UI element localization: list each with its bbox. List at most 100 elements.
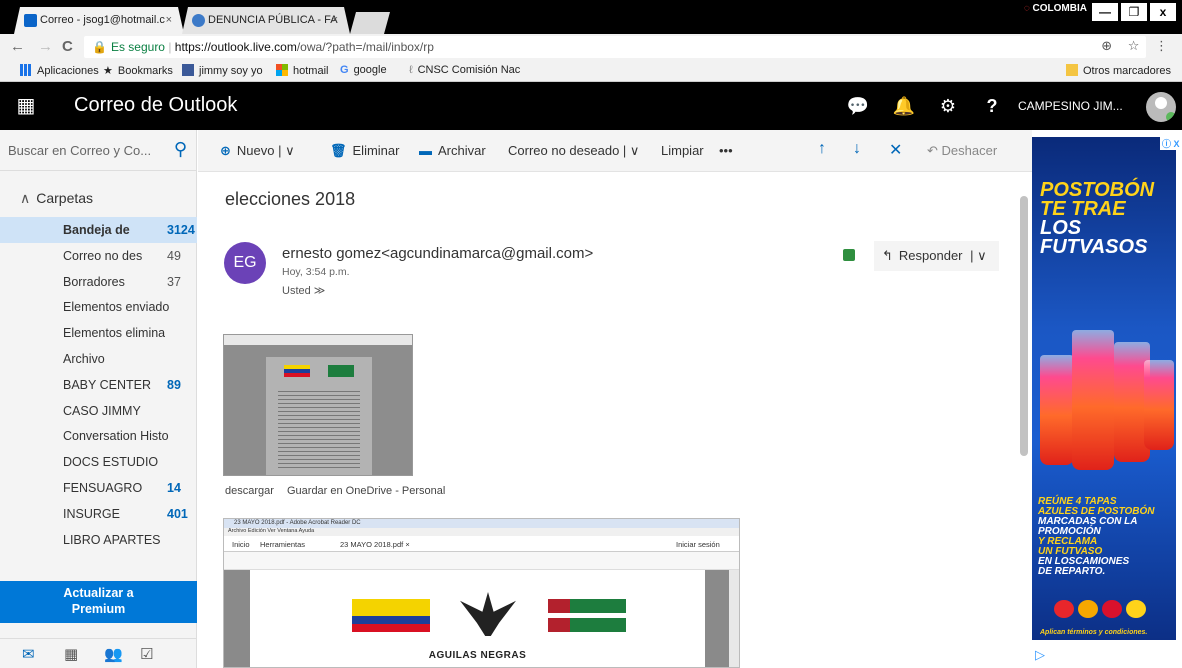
ad-play-icon[interactable]: ▷ [1035,647,1045,663]
arrow-down-icon[interactable]: ↓ [853,140,861,158]
adchoices-icon[interactable]: ⓘ X [1160,137,1182,150]
folders-header[interactable]: ∧ Carpetas [20,190,93,207]
bookmark-other[interactable]: Otros marcadores [1066,64,1171,77]
search-input[interactable]: Buscar en Correo y Co... [8,143,163,158]
user-name[interactable]: CAMPESINO JIM... [1018,99,1123,113]
new-label: Nuevo | ∨ [236,143,295,158]
undo-button[interactable]: ↶ Deshacer [927,143,997,159]
more-actions-button[interactable]: ••• [719,143,733,158]
reading-pane: elecciones 2018 EG ernesto gomez<agcundi… [198,172,1032,668]
module-switcher: ✉ ▦ 👥 ☑ [0,638,197,668]
bookmark-hotmail[interactable]: hotmail [276,64,328,77]
close-icon[interactable]: ✕ [889,140,902,160]
new-button[interactable]: ⊕ Nuevo | ∨ [220,143,295,159]
tasks-icon[interactable]: ☑ [140,645,153,663]
attachment-thumbnail[interactable] [223,334,413,476]
reading-scrollbar[interactable] [1020,176,1028,664]
ad-promo-text: REÚNE 4 TAPAS AZULES DE POSTOBÓN MARCADA… [1038,497,1174,577]
folder-item[interactable]: Archivo [0,346,197,372]
folder-count-badge: 3124 [167,223,195,237]
tab-outlook[interactable]: Correo - jsog1@hotmail.c × [14,7,184,34]
sweep-button[interactable]: Limpiar [661,143,704,158]
new-tab-button[interactable] [350,12,390,34]
bookmark-apps[interactable]: Aplicaciones [20,64,99,77]
folder-item[interactable]: FENSUAGRO 14 [0,475,197,501]
back-arrow-icon[interactable]: ← [10,38,25,55]
reply-arrow-icon: ↰ [882,248,893,263]
folder-name: Elementos elimina [63,326,166,341]
tab-close-icon[interactable]: × [332,7,338,34]
archive-icon: ▬ [419,143,432,158]
search-box[interactable]: Buscar en Correo y Co... ⚲ [0,130,197,171]
people-icon[interactable]: 👥 [104,645,123,663]
folder-item[interactable]: Bandeja de 3124 [0,217,197,243]
scrollbar-thumb[interactable] [1020,196,1028,456]
pdf-tabs: Inicio Herramientas 23 MAYO 2018.pdf × I… [224,536,739,552]
avatar[interactable] [1146,92,1176,122]
bookmark-google[interactable]: Ggoogle [340,64,387,76]
bookmark-cnsc[interactable]: ℓ CNSC Comisión Nac [409,64,520,76]
folder-item[interactable]: BABY CENTER 89 [0,372,197,398]
secure-label: Es seguro [110,40,165,54]
sender-name[interactable]: ernesto gomez<agcundinamarca@gmail.com> [282,245,593,262]
folder-item[interactable]: Conversation Histo [0,423,197,449]
bell-icon[interactable]: 🔔 [882,82,926,130]
pdf-tab-tools: Herramientas [260,540,306,549]
tab-denuncia[interactable]: DENUNCIA PÚBLICA - FA × [182,7,350,34]
plus-circle-icon: ⊕ [220,143,231,158]
region-indicator: ◌ COLOMBIA [1023,3,1087,14]
minimize-button[interactable]: — [1092,3,1118,21]
folder-name: INSURGE [63,506,120,521]
folder-item[interactable]: DOCS ESTUDIO [0,449,197,475]
sender-avatar[interactable]: EG [224,242,266,284]
url-input[interactable]: 🔒 Es seguro | https://outlook.live.com/ow… [84,36,1146,58]
forward-arrow-icon[interactable]: → [38,38,53,55]
gear-icon[interactable]: ⚙ [926,82,970,130]
mail-icon[interactable]: ✉ [22,645,35,663]
archive-button[interactable]: ▬ Archivar [419,143,486,158]
reload-icon[interactable]: C [62,38,73,55]
zoom-star-menu-icons[interactable]: ⊕ ☆ ⋮ [1101,38,1174,54]
close-window-button[interactable]: x [1150,3,1176,21]
outlook-header: ▦ Correo de Outlook 💬 🔔 ⚙ ? CAMPESINO JI… [0,82,1182,130]
tab-close-icon[interactable]: × [166,7,172,34]
calendar-icon[interactable]: ▦ [64,645,78,663]
search-icon[interactable]: ⚲ [174,139,187,160]
folder-item[interactable]: Elementos enviado [0,294,197,320]
arrow-up-icon[interactable]: ↑ [818,140,826,158]
folder-item[interactable]: Borradores 37 [0,269,197,295]
upgrade-line1: Actualizar a [63,586,134,600]
bookmark-bookmarks[interactable]: ★ Bookmarks [103,64,173,77]
embedded-pdf-image[interactable]: 23 MAYO 2018.pdf - Adobe Acrobat Reader … [223,518,740,668]
folder-item[interactable]: CASO JIMMY [0,398,197,424]
pdf-toolbar [224,552,739,570]
save-onedrive-link[interactable]: Guardar en OneDrive - Personal [287,485,445,497]
folder-item[interactable]: Elementos elimina [0,320,197,346]
pdf-page: AGUILAS NEGRAS [250,570,705,667]
region-label: COLOMBIA [1032,3,1087,14]
thumbnail-flag-group [328,365,354,377]
upgrade-premium-button[interactable]: Actualizar a Premium [0,581,197,623]
postobon-ad[interactable]: POSTOBÓN TE TRAE LOS FUTVASOS REÚNE 4 TA… [1032,137,1176,640]
delete-button[interactable]: 🗑 Eliminar [330,143,399,159]
star-icon: ★ [103,65,113,77]
download-link[interactable]: descargar [225,485,274,497]
addin-icon[interactable] [843,249,855,261]
app-launcher-icon[interactable]: ▦ [0,82,52,130]
colombia-flag [352,599,430,632]
junk-button[interactable]: Correo no deseado | ∨ [508,143,639,159]
outlook-favicon-icon [24,14,37,27]
folder-item[interactable]: INSURGE 401 [0,501,197,527]
help-icon[interactable]: ? [970,82,1014,130]
reply-button[interactable]: ↰ Responder | ∨ [874,241,999,271]
junk-label: Correo no deseado | ∨ [508,143,640,158]
folder-item[interactable]: Correo no des 49 [0,243,197,269]
folders-label: Carpetas [36,190,94,206]
recipients-toggle[interactable]: Usted ≫ [282,284,325,297]
folder-item[interactable]: LIBRO APARTES [0,527,197,553]
chat-icon[interactable]: 💬 [836,82,880,130]
maximize-button[interactable]: ❐ [1121,3,1147,21]
sent-time: Hoy, 3:54 p.m. [282,266,350,278]
reply-dropdown-icon[interactable]: | ∨ [970,248,987,263]
bookmark-jimmy[interactable]: jimmy soy yo [182,64,263,77]
